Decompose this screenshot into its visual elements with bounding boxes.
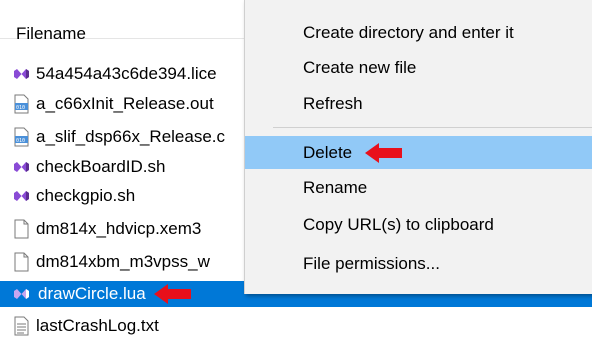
file-name: drawCircle.lua [38,284,146,303]
menu-item-copy-url[interactable]: Copy URL(s) to clipboard [245,209,592,240]
menu-item-label: Rename [303,177,368,197]
menu-item-label: Refresh [303,93,363,113]
red-arrow-annotation [365,142,403,163]
menu-item-label: Create directory and enter it [303,22,514,42]
file-name: dm814xbm_m3vpss_w [36,252,210,271]
menu-item-delete[interactable]: Delete [245,136,592,169]
file-name: dm814x_hdvicp.xem3 [36,219,202,238]
svg-text:010: 010 [16,138,25,144]
file-name: lastCrashLog.txt [36,316,159,335]
menu-item-create-directory[interactable]: Create directory and enter it [245,17,592,48]
svg-text:010: 010 [16,105,25,111]
binary-file-icon: 010 [14,127,29,147]
text-file-icon [14,316,29,336]
menu-item-file-permissions[interactable]: File permissions... [245,248,592,279]
file-name: a_c66xInit_Release.out [36,94,214,113]
visual-studio-icon [14,191,29,201]
visual-studio-icon [14,289,29,299]
menu-item-refresh[interactable]: Refresh [245,88,592,119]
file-name: checkBoardID.sh [36,157,166,176]
context-menu: Create directory and enter it Create new… [244,0,592,294]
column-header-label: Filename [16,24,86,43]
menu-item-create-new-file[interactable]: Create new file [245,52,592,83]
file-name: a_slif_dsp66x_Release.c [36,127,226,146]
red-arrow-annotation [153,284,191,304]
blank-file-icon [14,219,29,239]
menu-item-label: Delete [303,142,353,162]
visual-studio-icon [14,162,29,172]
file-name: checkgpio.sh [36,186,136,205]
menu-item-label: File permissions... [303,253,440,273]
binary-file-icon: 010 [14,94,29,114]
menu-item-label: Copy URL(s) to clipboard [303,214,494,234]
menu-item-label: Create new file [303,57,417,77]
menu-item-rename[interactable]: Rename [245,172,592,203]
blank-file-icon [14,252,29,272]
file-row[interactable]: lastCrashLog.txt [0,313,592,339]
visual-studio-icon [14,69,29,79]
file-name: 54a454a43c6de394.lice [36,64,217,83]
menu-separator [273,127,592,128]
